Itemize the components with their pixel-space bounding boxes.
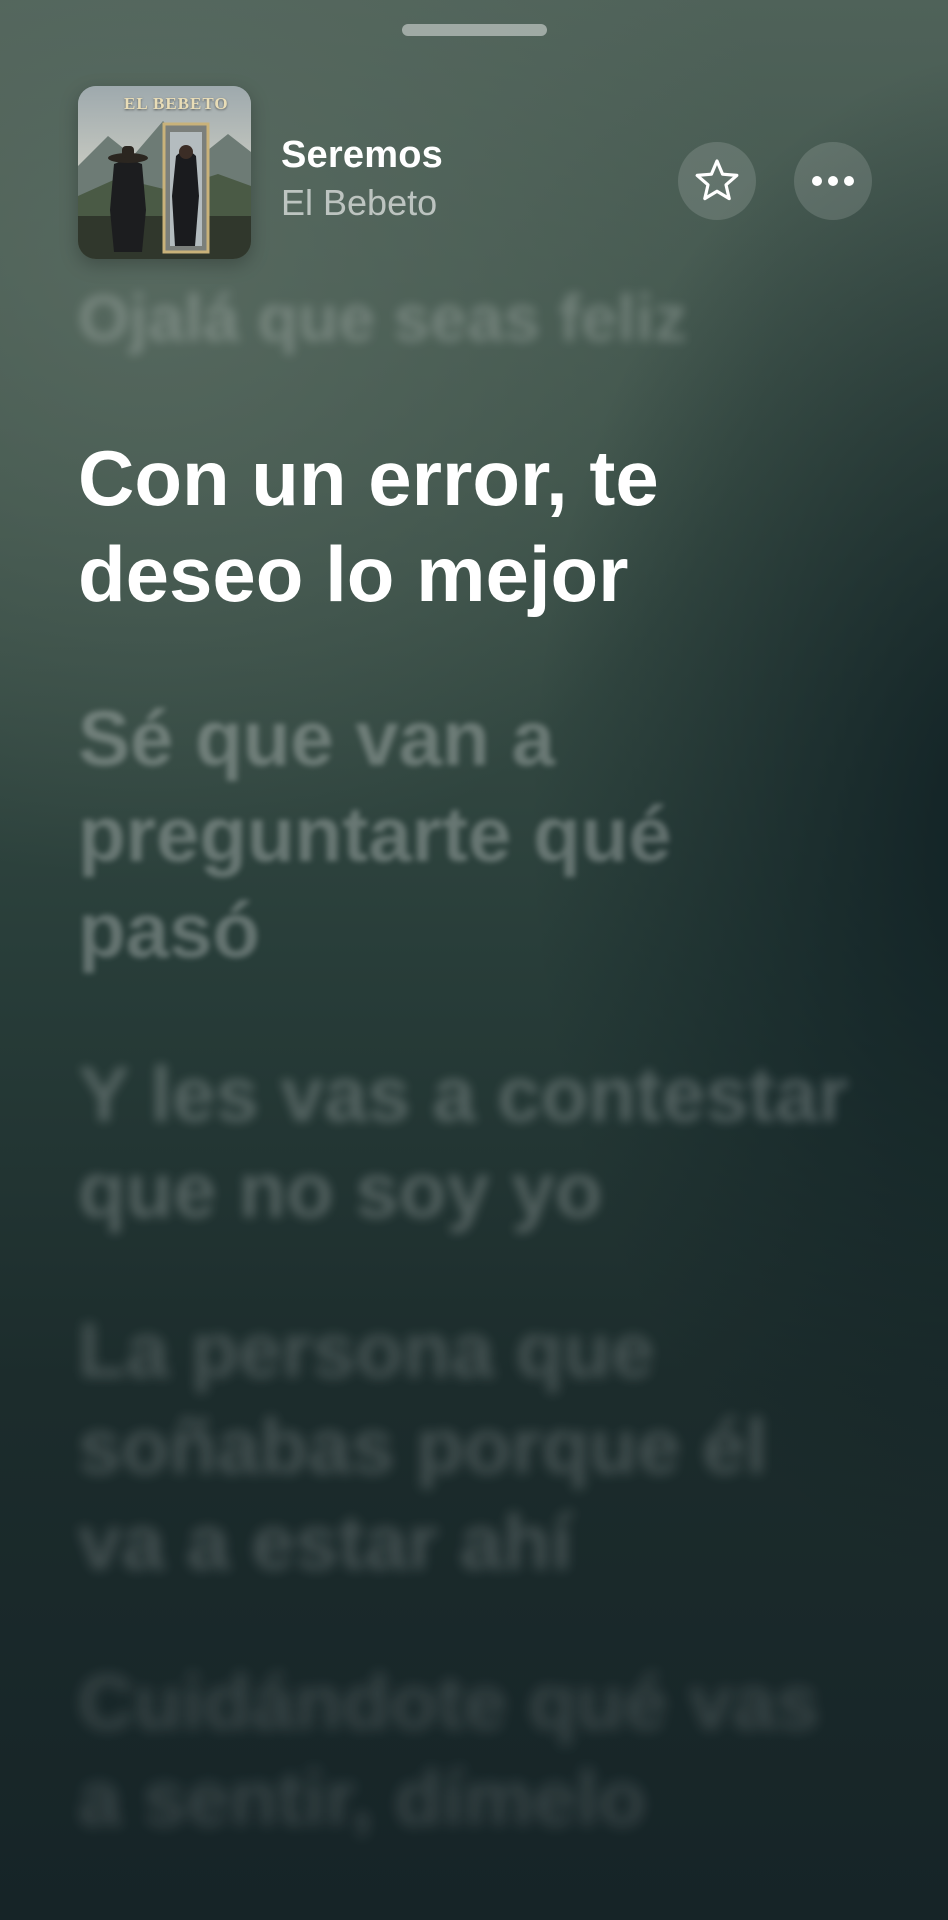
lyric-line-upcoming[interactable]: Sé que van a preguntarte qué pasó <box>78 690 878 978</box>
lyric-text: Sé que van a <box>78 694 555 782</box>
lyric-text: va a estar ahí <box>78 1498 573 1586</box>
lyric-text: Ojalá que seas feliz <box>78 281 687 355</box>
lyric-line-current[interactable]: Con un error, te deseo lo mejor <box>78 430 878 622</box>
lyric-line-upcoming[interactable]: La persona que soñabas porque él va a es… <box>78 1302 878 1590</box>
lyric-text: preguntarte qué <box>78 790 672 878</box>
lyric-text: pasó <box>78 886 261 974</box>
lyric-text: La persona que <box>78 1306 655 1394</box>
lyric-line-upcoming[interactable]: Cuidándote qué vas a sentir, dímelo <box>78 1654 878 1846</box>
more-options-button[interactable] <box>794 142 872 220</box>
album-artwork[interactable]: El Bebeto <box>78 86 251 259</box>
lyric-text: soñabas porque él <box>78 1402 768 1490</box>
lyric-text: que no soy yo <box>78 1146 603 1234</box>
lyric-text: Con un error, te <box>78 434 659 522</box>
lyric-text: Cuidándote qué vas <box>78 1658 820 1746</box>
now-playing-header: El Bebeto Seremos El Bebeto <box>78 86 872 260</box>
artist-name[interactable]: El Bebeto <box>281 182 437 224</box>
star-icon <box>695 159 739 201</box>
sheet-grabber[interactable] <box>402 24 547 36</box>
song-title[interactable]: Seremos <box>281 134 443 177</box>
more-icon <box>812 176 854 186</box>
lyric-line-previous[interactable]: Ojalá que seas feliz <box>78 278 878 358</box>
lyric-line-upcoming[interactable]: Y les vas a contestar que no soy yo <box>78 1046 878 1238</box>
lyric-text: a sentir, dímelo <box>78 1754 646 1842</box>
favorite-button[interactable] <box>678 142 756 220</box>
lyric-text: Y les vas a contestar <box>78 1050 849 1138</box>
lyric-text: deseo lo mejor <box>78 530 629 618</box>
artwork-label: El Bebeto <box>124 94 229 113</box>
